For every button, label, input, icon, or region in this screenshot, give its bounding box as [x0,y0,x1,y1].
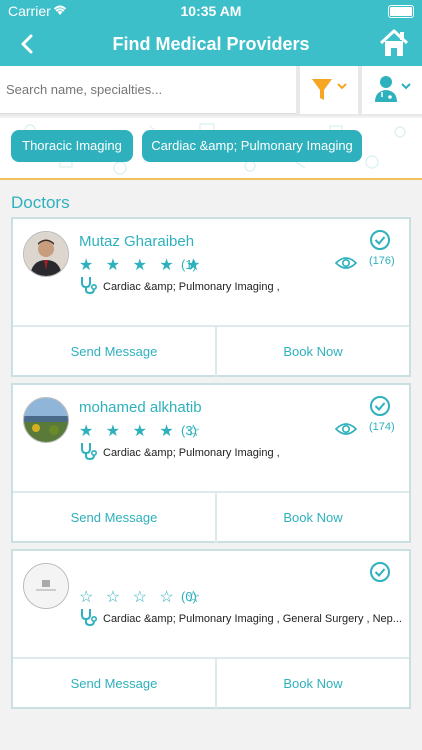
doctor-icon [375,76,411,102]
doctor-name[interactable]: Mutaz Gharaibeh [79,233,194,250]
doctor-type-button[interactable] [362,66,422,114]
view-count: (174) [369,421,395,433]
search-input[interactable] [0,66,296,114]
filter-button[interactable] [300,66,358,114]
book-now-button[interactable]: Book Now [217,493,409,543]
section-title-doctors: Doctors [11,193,70,212]
rating-count: (1) [181,257,197,272]
filter-funnel-icon [312,79,347,100]
status-bar: Carrier 10:35 AM [0,0,422,22]
chip-thoracic-imaging[interactable]: Thoracic Imaging [11,130,133,162]
card-actions: Send Message Book Now [13,657,409,709]
book-now-button[interactable]: Book Now [217,659,409,709]
home-icon[interactable] [378,28,410,58]
book-now-button[interactable]: Book Now [217,327,409,377]
view-count: (176) [369,255,395,267]
avatar [23,563,69,609]
page-title: Find Medical Providers [112,34,310,54]
doctor-card[interactable]: mohamed alkhatib ★ ★ ★ ★ ☆ (3) Cardiac &… [11,383,411,543]
avatar [23,231,69,277]
stethoscope-icon [81,443,98,461]
stethoscope-icon [81,277,98,295]
doctor-card[interactable]: ☆ ☆ ☆ ☆ ☆ (0) Cardiac &amp; Pulmonary Im… [11,549,411,709]
send-message-button[interactable]: Send Message [13,327,217,377]
battery-icon [388,5,414,18]
send-message-button[interactable]: Send Message [13,493,217,543]
eye-icon [335,423,357,435]
doctor-card[interactable]: Mutaz Gharaibeh ★ ★ ★ ★ ★ (1) Cardiac &a… [11,217,411,377]
verified-check-icon [370,396,390,416]
navigation-bar: Find Medical Providers [0,22,422,66]
send-message-button[interactable]: Send Message [13,659,217,709]
stethoscope-icon [81,609,98,627]
verified-check-icon [370,230,390,250]
rating-count: (3) [181,423,197,438]
specialty-chips-bar: Thoracic Imaging Cardiac &amp; Pulmonary… [0,118,422,180]
verified-check-icon [370,562,390,582]
specialties-text: Cardiac &amp; Pulmonary Imaging , [103,447,280,459]
doctor-name[interactable]: mohamed alkhatib [79,399,202,416]
search-row [0,66,422,116]
rating-count: (0) [181,589,197,604]
eye-icon [335,257,357,269]
specialties-text: Cardiac &amp; Pulmonary Imaging , Genera… [103,613,402,625]
card-actions: Send Message Book Now [13,491,409,543]
avatar [23,397,69,443]
clock: 10:35 AM [180,3,242,19]
specialties-text: Cardiac &amp; Pulmonary Imaging , [103,281,280,293]
card-actions: Send Message Book Now [13,325,409,377]
chip-cardiac-pulmonary-imaging[interactable]: Cardiac &amp; Pulmonary Imaging [142,130,362,162]
